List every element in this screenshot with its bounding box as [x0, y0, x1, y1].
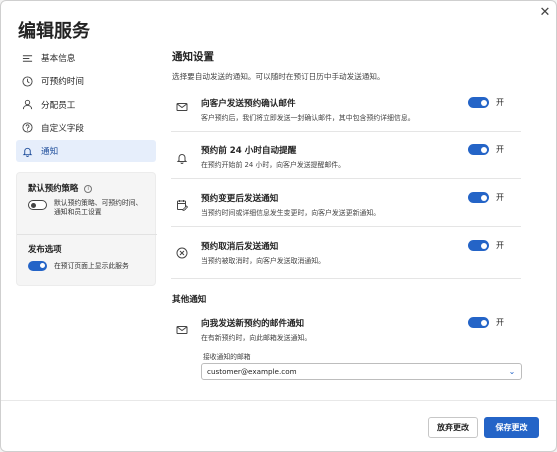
toggle-on-label: 开 — [496, 145, 504, 154]
row-new-booking-desc: 在有新预约时，向此邮箱发送通知。 — [201, 334, 312, 342]
nav-item-label: 可预约时间 — [41, 77, 84, 88]
publish-title: 发布选项 — [28, 244, 62, 254]
clock-icon — [21, 75, 33, 87]
mail-icon — [176, 98, 188, 111]
cancel-circle-icon — [176, 244, 188, 259]
email-select-value: customer@example.com — [207, 367, 297, 376]
row-change-desc: 当预约时间或详细信息发生变更时，向客户发送更新通知。 — [201, 209, 381, 217]
email-select[interactable]: customer@example.com ⌄ — [201, 363, 522, 380]
publish-toggle[interactable] — [28, 261, 47, 271]
publish-text: 在预订页面上显示此服务 — [54, 262, 129, 270]
side-nav: 基本信息 可预约时间 分配员工 自定义字段 通知 — [16, 47, 156, 163]
nav-item-basic-info[interactable]: 基本信息 — [16, 47, 156, 69]
row-confirmation-title: 向客户发送预约确认邮件 — [201, 99, 296, 109]
row-divider — [171, 226, 521, 227]
bell-icon — [21, 145, 33, 157]
email-field-label: 接收通知的邮箱 — [203, 353, 251, 361]
row-new-booking-title: 向我发送新预约的邮件通知 — [201, 319, 305, 329]
row-change-title: 预约变更后发送通知 — [201, 194, 279, 204]
change-toggle[interactable] — [468, 192, 489, 203]
default-policy-title-text: 默认预约策略 — [28, 183, 79, 193]
help-circle-icon — [21, 122, 33, 134]
default-policy-toggle[interactable] — [28, 200, 47, 210]
default-policy-text: 默认预约策略、可预约时间、 通知和员工设置 — [54, 199, 142, 217]
toggle-on-label: 开 — [496, 241, 504, 250]
row-divider — [171, 131, 521, 132]
nav-item-label: 基本信息 — [41, 54, 76, 64]
default-policy-text-line2: 通知和员工设置 — [54, 208, 102, 216]
new-booking-toggle[interactable] — [468, 317, 489, 328]
row-confirmation-desc: 客户预约后，我们将立即发送一封确认邮件，其中包含预约详细信息。 — [201, 114, 415, 122]
close-icon[interactable]: ✕ — [538, 6, 552, 20]
notifications-subtitle: 选择要自动发送的通知。可以随时在预订日历中手动发送通知。 — [172, 72, 385, 81]
nav-item-staff[interactable]: 分配员工 — [16, 94, 156, 116]
info-icon[interactable]: i — [84, 184, 93, 193]
nav-item-notifications[interactable]: 通知 — [16, 140, 156, 163]
nav-item-label: 自定义字段 — [41, 123, 84, 134]
row-cancel-title: 预约取消后发送通知 — [201, 242, 279, 252]
confirmation-toggle[interactable] — [468, 97, 489, 108]
default-policy-text-line1: 默认预约策略、可预约时间、 — [54, 199, 143, 207]
nav-item-label: 分配员工 — [41, 100, 76, 111]
save-button[interactable]: 保存更改 — [484, 417, 539, 438]
chevron-down-icon: ⌄ — [508, 367, 516, 376]
cancel-toggle[interactable] — [468, 240, 489, 251]
nav-item-availability[interactable]: 可预约时间 — [16, 70, 156, 92]
person-icon — [21, 99, 33, 111]
row-reminder-title: 预约前 24 小时自动提醒 — [201, 146, 297, 156]
row-cancel-desc: 当预约被取消时，向客户发送取消通知。 — [201, 257, 326, 265]
bell-icon — [176, 149, 188, 164]
mail-icon — [176, 321, 188, 334]
policy-card: 默认预约策略 i 默认预约策略、可预约时间、 通知和员工设置 发布选项 在预订页面… — [16, 172, 157, 286]
section-divider — [171, 278, 521, 279]
edit-calendar-icon — [176, 196, 189, 211]
dialog-title: 编辑服务 — [18, 21, 90, 42]
row-reminder-desc: 在预约开始前 24 小时，向客户发送提醒邮件。 — [201, 161, 346, 169]
discard-button[interactable]: 放弃更改 — [428, 417, 478, 438]
toggle-on-label: 开 — [496, 193, 504, 202]
notifications-title: 通知设置 — [172, 51, 214, 63]
list-icon — [21, 52, 33, 64]
edit-service-dialog: 编辑服务 ✕ 基本信息 可预约时间 分配员工 自定义字段 通知 默认预约策略 i… — [0, 0, 557, 452]
nav-item-label: 通知 — [41, 147, 59, 158]
row-divider — [171, 178, 521, 179]
toggle-on-label: 开 — [496, 318, 504, 327]
toggle-on-label: 开 — [496, 98, 504, 107]
card-divider — [17, 234, 157, 235]
reminder-toggle[interactable] — [468, 144, 489, 155]
default-policy-title: 默认预约策略 i — [28, 182, 93, 194]
footer-divider — [1, 400, 556, 401]
other-notifications-title: 其他通知 — [172, 295, 207, 305]
nav-item-custom-fields[interactable]: 自定义字段 — [16, 117, 156, 139]
